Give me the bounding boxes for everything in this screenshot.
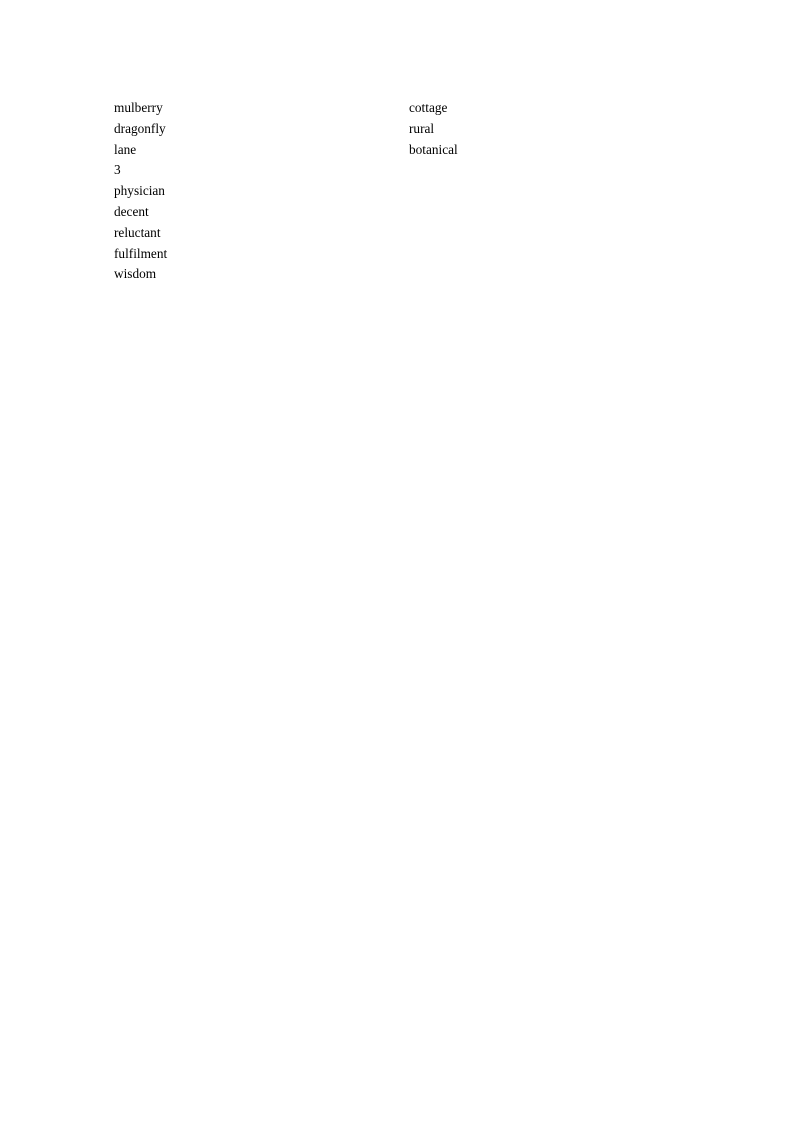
list-item: lane: [114, 141, 137, 157]
list-item: botanical: [409, 141, 458, 157]
list-item: physician: [114, 183, 165, 199]
list-item: cottage: [409, 100, 448, 115]
list-item: dragonfly: [114, 120, 166, 136]
list-item: 3: [114, 162, 121, 178]
word-column-left: mulberry dragonfly lane 3 physician dece…: [114, 98, 167, 285]
list-item: fulfilment: [114, 245, 168, 261]
list-item: reluctant: [114, 224, 161, 240]
word-column-right: cottage rural botanical: [409, 98, 458, 160]
list-item: mulberry: [114, 100, 163, 115]
list-item: decent: [114, 203, 149, 219]
document-page: mulberry dragonfly lane 3 physician dece…: [0, 0, 794, 1123]
list-item: wisdom: [114, 266, 157, 282]
list-item: rural: [409, 120, 435, 136]
